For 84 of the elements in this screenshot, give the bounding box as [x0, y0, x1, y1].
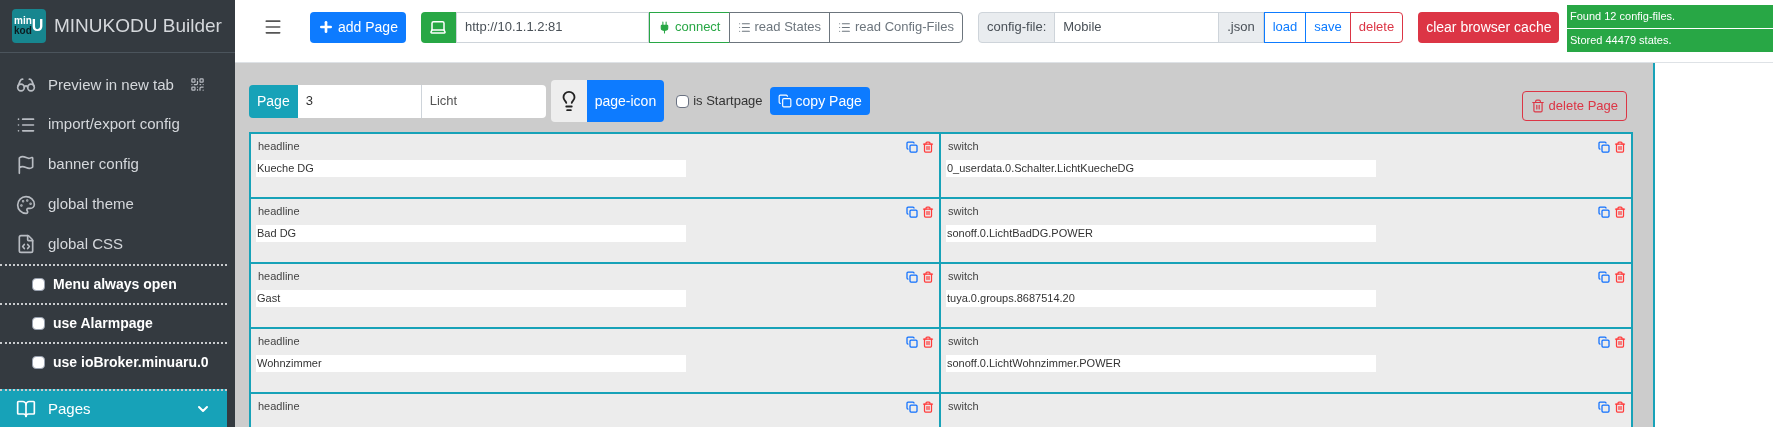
widget-type-label: switch [948, 399, 980, 414]
read-config-button[interactable]: read Config-Files [829, 11, 963, 43]
value-field[interactable]: Gast [256, 289, 686, 307]
widget-type-label: headline [258, 139, 301, 154]
checkbox[interactable] [32, 356, 45, 370]
page-number-field[interactable]: 3 [297, 84, 421, 118]
add-page-button[interactable]: add Page [310, 11, 406, 43]
sidebar-link[interactable]: global theme [48, 193, 134, 216]
config-file-field[interactable]: Mobile [1054, 11, 1220, 43]
widget-type-label: switch [948, 334, 980, 349]
widget-type-label: switch [948, 204, 980, 219]
checkbox[interactable] [32, 317, 45, 331]
copy-icon[interactable] [906, 401, 918, 413]
copy-icon[interactable] [906, 141, 918, 153]
trash-icon[interactable] [922, 271, 934, 283]
trash-icon[interactable] [922, 206, 934, 218]
trash-icon[interactable] [1614, 271, 1626, 283]
laptop-icon-button[interactable] [420, 11, 456, 43]
palette-icon [16, 194, 36, 215]
trash-icon [1530, 99, 1545, 113]
code-file-icon [16, 234, 36, 255]
list-icon [838, 20, 851, 34]
extension-label: .json [1218, 11, 1264, 43]
laptop-icon [429, 18, 448, 36]
clear-cache-button[interactable]: clear browser cache [1418, 11, 1560, 43]
checkbox-label[interactable]: Menu always open [53, 274, 177, 296]
trash-icon[interactable] [1614, 141, 1626, 153]
checkbox-label[interactable]: use Alarmpage [53, 313, 153, 335]
copy-icon[interactable] [1598, 336, 1610, 348]
copy-icon[interactable] [1598, 271, 1610, 283]
widget-type-label: switch [948, 139, 980, 154]
page-label: Page [249, 84, 298, 118]
copy-icon[interactable] [1598, 401, 1610, 413]
load-button[interactable]: load [1263, 11, 1307, 43]
checkbox-label[interactable]: use ioBroker.minuaru.0 [53, 352, 209, 374]
value-field[interactable]: tuya.0.groups.8687514.20 [946, 289, 1376, 307]
widget-type-label: headline [258, 269, 301, 284]
page-name-field[interactable]: Licht [420, 84, 546, 118]
flag-icon [16, 154, 36, 175]
list-icon [737, 20, 751, 34]
value-field[interactable]: Bad DG [256, 224, 686, 242]
checkbox-label[interactable]: is Startpage [693, 91, 763, 111]
menu-icon[interactable] [263, 17, 283, 37]
trash-icon[interactable] [1614, 401, 1626, 413]
success-alert: Found 12 config-files. [1567, 5, 1773, 29]
page-icon-preview[interactable] [550, 80, 587, 122]
copy-page-button[interactable]: copy Page [769, 87, 870, 115]
url-field[interactable]: http://10.1.1.2:81 [455, 11, 649, 43]
trash-icon[interactable] [1614, 206, 1626, 218]
trash-icon[interactable] [922, 336, 934, 348]
value-field[interactable]: Wohnzimmer [256, 354, 686, 372]
save-button[interactable]: save [1305, 11, 1351, 43]
book-icon [16, 399, 36, 420]
widget-type-label: headline [258, 204, 301, 219]
trash-icon[interactable] [922, 141, 934, 153]
trash-icon[interactable] [1614, 336, 1626, 348]
widget-type-label: switch [948, 269, 980, 284]
sidebar-link[interactable]: Preview in new tab [48, 73, 174, 97]
delete-button[interactable]: delete [1349, 11, 1404, 43]
value-field[interactable]: sonoff.0.LichtBadDG.POWER [946, 224, 1376, 242]
success-alert: Stored 44479 states. [1567, 29, 1773, 53]
trash-icon[interactable] [922, 401, 934, 413]
copy-icon[interactable] [1598, 206, 1610, 218]
sidebar-link[interactable]: banner config [48, 153, 139, 176]
copy-icon[interactable] [906, 336, 918, 348]
read-states-button[interactable]: read States [728, 11, 830, 43]
copy-icon[interactable] [906, 206, 918, 218]
value-field[interactable]: 0_userdata.0.Schalter.LichtKuecheDG [946, 159, 1376, 177]
copy-icon[interactable] [906, 271, 918, 283]
copy-icon[interactable] [1598, 141, 1610, 153]
page-icon-button[interactable]: page-icon [586, 80, 665, 122]
config-file-label: config-file: [978, 11, 1056, 43]
widget-type-label: headline [258, 334, 301, 349]
checkbox[interactable] [32, 278, 45, 292]
value-field[interactable]: sonoff.0.LichtWohnzimmer.POWER [946, 354, 1376, 372]
copy-icon [777, 94, 792, 108]
value-field[interactable]: Kueche DG [256, 159, 686, 177]
qr-code-icon[interactable] [189, 77, 205, 93]
widget-type-label: headline [258, 399, 301, 414]
sidebar-link[interactable]: import/export config [48, 113, 180, 136]
plus-icon [318, 19, 334, 35]
app-title: MINUKODU Builder [54, 13, 222, 38]
sidebar-link[interactable]: global CSS [48, 233, 124, 256]
checkbox[interactable] [676, 94, 690, 108]
